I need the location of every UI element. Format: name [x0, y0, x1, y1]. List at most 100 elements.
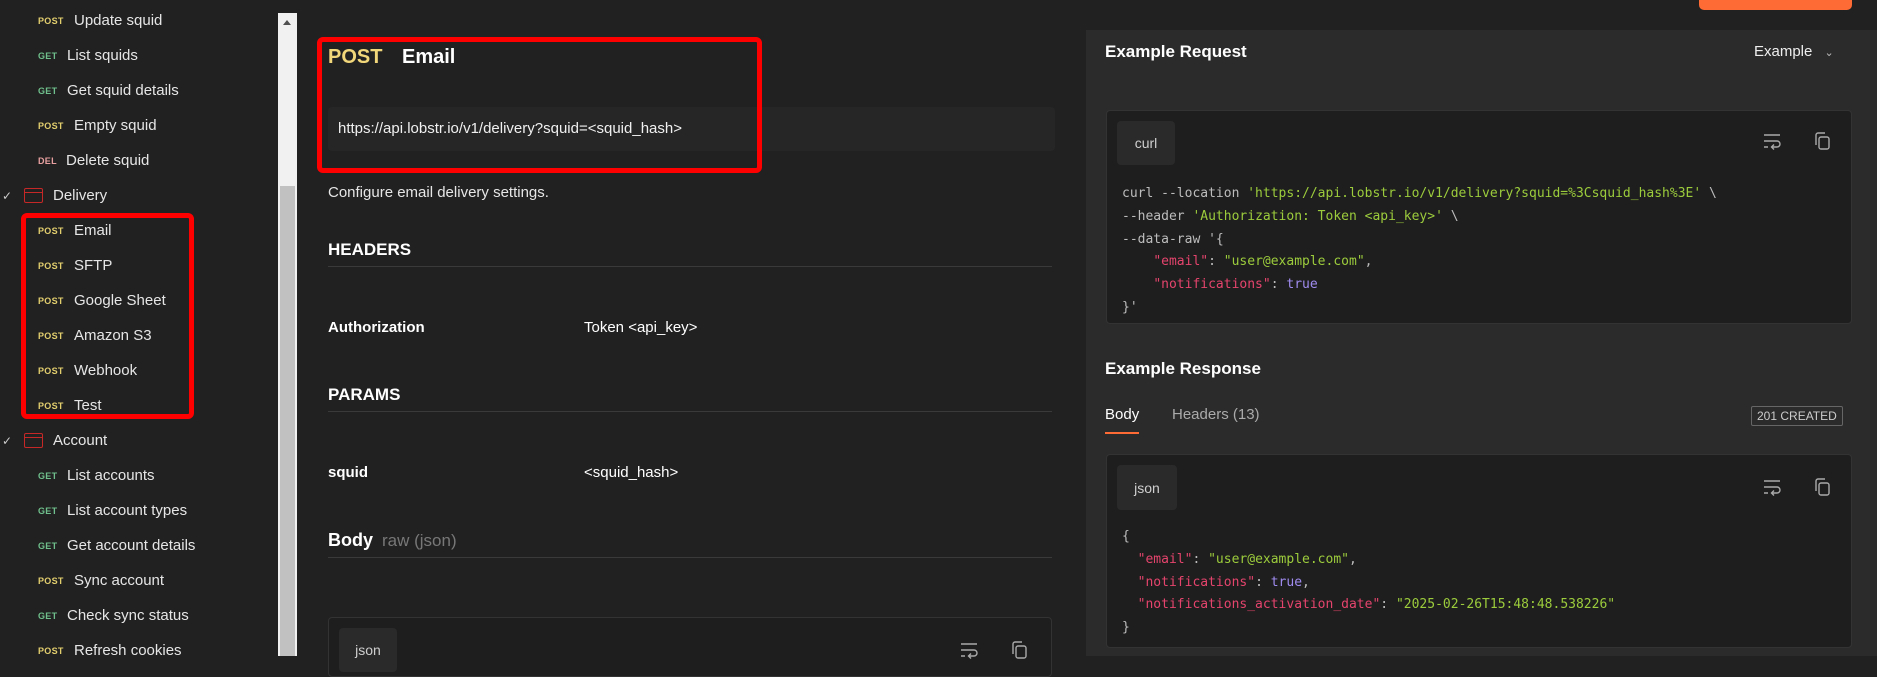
code-line: {: [1122, 526, 1615, 549]
sidebar-item-label: Get squid details: [67, 82, 179, 99]
sidebar-item-label: Email: [74, 222, 112, 239]
example-request-title: Example Request: [1105, 42, 1247, 61]
sidebar-item-label: Empty squid: [74, 117, 157, 134]
url-bar[interactable]: https://api.lobstr.io/v1/delivery?squid=…: [328, 107, 1055, 151]
divider: [328, 557, 1052, 558]
method-badge: GET: [38, 610, 58, 621]
main-panel: POST Email https://api.lobstr.io/v1/deli…: [297, 0, 1086, 677]
code-token: "user@example.com": [1223, 254, 1365, 270]
sidebar-item-label: Update squid: [74, 12, 163, 29]
chevron-down-icon[interactable]: ✓: [2, 189, 12, 203]
body-code-box: json: [328, 617, 1052, 677]
sidebar-item-label: Delete squid: [66, 152, 150, 169]
folder-icon: [23, 188, 43, 203]
code-token: --data-raw '{: [1122, 231, 1224, 247]
method-badge: POST: [38, 365, 64, 376]
code-token: }: [1122, 620, 1130, 636]
method-label: POST: [328, 46, 383, 68]
method-badge: POST: [38, 295, 64, 306]
sidebar-item-label: List accounts: [67, 467, 155, 484]
example-selector[interactable]: Example ⌄: [1754, 43, 1834, 60]
endpoint-title: Email: [402, 46, 456, 68]
sidebar-item-label: Check sync status: [67, 607, 189, 624]
code-token: :: [1208, 254, 1224, 270]
code-token: \: [1701, 186, 1717, 201]
code-line: --header 'Authorization: Token <api_key>…: [1122, 206, 1717, 229]
code-token: true: [1286, 277, 1318, 293]
lang-badge: json: [1117, 465, 1177, 510]
code-token: ,: [1302, 574, 1310, 590]
code-line: "notifications": true,: [1122, 572, 1615, 595]
scrollbar-thumb[interactable]: [280, 186, 295, 656]
method-badge: POST: [38, 575, 64, 586]
code-line: "email": "user@example.com",: [1122, 549, 1615, 572]
method-badge: GET: [38, 505, 58, 516]
scroll-up-arrow-icon[interactable]: [283, 20, 291, 25]
params-heading: PARAMS: [328, 385, 401, 404]
code-line: "notifications": true: [1122, 274, 1717, 297]
request-code: curl --location 'https://api.lobstr.io/v…: [1122, 183, 1717, 320]
folder-label: Delivery: [53, 187, 108, 204]
sidebar-item-label: Refresh cookies: [74, 642, 182, 659]
code-token: 'Authorization: Token <api_key>': [1192, 208, 1443, 224]
method-badge: POST: [38, 645, 64, 656]
param-value: <squid_hash>: [584, 464, 679, 481]
tab-headers[interactable]: Headers (13): [1172, 406, 1260, 423]
code-token: true: [1270, 574, 1303, 590]
code-token: 'https://api.lobstr.io/v1/delivery?squid…: [1247, 186, 1702, 201]
primary-action-button[interactable]: [1699, 0, 1852, 10]
sidebar-item-label: Test: [74, 397, 102, 414]
response-code-box: json { "email": "user@example.com", "not…: [1106, 454, 1852, 648]
divider: [328, 266, 1052, 267]
code-line: curl --location 'https://api.lobstr.io/v…: [1122, 183, 1717, 206]
wrap-lines-icon[interactable]: [959, 640, 979, 660]
code-token: :: [1255, 574, 1271, 590]
method-badge: GET: [38, 540, 58, 551]
sidebar-item-label: Google Sheet: [74, 292, 166, 309]
tab-body[interactable]: Body: [1105, 406, 1140, 434]
wrap-lines-icon[interactable]: [1762, 131, 1782, 151]
code-line: }': [1122, 297, 1717, 320]
method-badge: POST: [38, 260, 64, 271]
method-badge: POST: [38, 330, 64, 341]
method-badge: POST: [38, 225, 64, 236]
method-badge: GET: [38, 50, 58, 61]
sidebar-scrollbar[interactable]: [278, 13, 297, 656]
url-text[interactable]: https://api.lobstr.io/v1/delivery?squid=…: [338, 120, 682, 137]
code-token: :: [1380, 597, 1396, 613]
body-type: raw (json): [382, 531, 457, 550]
code-token: --header: [1122, 208, 1193, 224]
method-badge: POST: [38, 15, 64, 26]
code-token: "email": [1137, 551, 1193, 567]
copy-icon[interactable]: [1812, 477, 1832, 497]
method-badge: GET: [38, 470, 58, 481]
folder-label: Account: [53, 432, 108, 449]
param-key: squid: [328, 464, 368, 481]
sidebar-item-label: Get account details: [67, 537, 196, 554]
copy-icon[interactable]: [1009, 640, 1029, 660]
examples-panel: Example Request Example ⌄ curl curl --lo…: [1086, 30, 1877, 656]
folder-icon: [23, 433, 43, 448]
code-token: "2025-02-26T15:48:48.538226": [1395, 597, 1616, 613]
code-token: curl --location: [1122, 186, 1248, 201]
sidebar-item-label: List squids: [67, 47, 138, 64]
sidebar-item-label: Webhook: [74, 362, 138, 379]
code-token: }': [1122, 299, 1138, 315]
code-token: ,: [1364, 254, 1373, 270]
wrap-lines-icon[interactable]: [1762, 477, 1782, 497]
code-token: :: [1270, 277, 1287, 293]
code-token: "user@example.com": [1208, 551, 1349, 567]
lang-badge: json: [339, 628, 397, 672]
code-token: "email": [1153, 254, 1209, 270]
copy-icon[interactable]: [1812, 131, 1832, 151]
headers-heading: HEADERS: [328, 240, 412, 259]
code-token: ,: [1349, 551, 1357, 567]
body-heading: Body: [328, 530, 373, 550]
code-line: --data-raw '{: [1122, 229, 1717, 252]
code-line: "notifications_activation_date": "2025-0…: [1122, 594, 1615, 617]
chevron-down-icon[interactable]: ✓: [2, 434, 12, 448]
